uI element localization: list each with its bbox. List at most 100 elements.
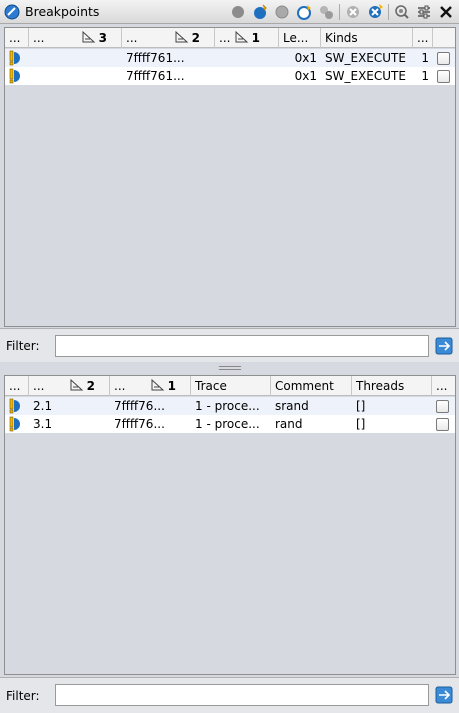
- filter-bar: Filter:: [0, 328, 459, 362]
- address-cell: 7ffff761...: [126, 69, 185, 83]
- column-header[interactable]: ...: [5, 28, 29, 48]
- table-row[interactable]: 3.1 7ffff76... 1 - proce... rand []: [5, 415, 455, 433]
- column-header[interactable]: ... 1: [110, 376, 191, 396]
- breakpoint-warning-icon: [9, 68, 20, 84]
- filter-settings-button[interactable]: [413, 2, 435, 22]
- close-icon: [440, 6, 452, 18]
- table-row[interactable]: 7ffff761... 0x1 SW_EXECUTE 1: [5, 67, 455, 85]
- address-cell: 7ffff761...: [126, 51, 185, 65]
- count-cell: 1: [421, 51, 429, 65]
- enabled-checkbox[interactable]: [437, 69, 450, 83]
- sort-icon: [151, 379, 164, 391]
- toggle-group-icon: [320, 6, 333, 19]
- clear-button[interactable]: [342, 2, 364, 22]
- column-header-label: Le...: [283, 31, 309, 45]
- breakpoint-warning-icon: [9, 398, 20, 414]
- column-header-label: Threads: [356, 379, 405, 393]
- length-cell: 0x1: [294, 51, 317, 65]
- table-row[interactable]: 7ffff761... 0x1 SW_EXECUTE 1: [5, 49, 455, 67]
- count-cell: 1: [421, 69, 429, 83]
- column-header-label: ...: [436, 379, 448, 393]
- locations-table: ... ... 2 ... 1 Trace Comment Threads ..…: [4, 375, 456, 675]
- column-header-label: ...: [417, 31, 429, 45]
- column-header[interactable]: Le...: [279, 28, 321, 48]
- filter-input[interactable]: [55, 684, 429, 706]
- column-header-label: Kinds: [325, 31, 358, 45]
- sort-icon: [235, 31, 248, 43]
- comment-cell: srand: [275, 399, 309, 413]
- column-header[interactable]: Kinds: [321, 28, 413, 48]
- zoom-button[interactable]: [391, 2, 413, 22]
- filter-options-icon[interactable]: [435, 686, 453, 704]
- sort-indicator: 2: [175, 31, 200, 45]
- trace-cell: 1 - proce...: [195, 399, 260, 413]
- sort-icon: [175, 31, 188, 43]
- new-breakpoint-button[interactable]: [293, 2, 315, 22]
- filter-input[interactable]: [55, 335, 429, 357]
- column-header[interactable]: [433, 28, 455, 48]
- address-cell: 7ffff76...: [114, 399, 165, 413]
- column-header[interactable]: ...: [5, 376, 29, 396]
- column-header[interactable]: ... 2: [122, 28, 215, 48]
- column-header[interactable]: Comment: [271, 376, 352, 396]
- filter-options-icon[interactable]: [435, 337, 453, 355]
- enabled-cell: [432, 415, 455, 433]
- status-cell: [5, 49, 29, 67]
- status-cell: [5, 67, 29, 85]
- zoom-icon: [395, 5, 409, 19]
- new-breakpoint-icon: [297, 5, 311, 20]
- id-cell: 3.1: [33, 417, 53, 431]
- breakpoint-warning-icon: [9, 50, 20, 66]
- address-cell: 7ffff76...: [114, 417, 165, 431]
- column-header-label: ...: [9, 379, 21, 393]
- column-header-label: Comment: [275, 379, 334, 393]
- column-header[interactable]: Trace: [191, 376, 271, 396]
- filter-label: Filter:: [6, 338, 40, 353]
- enabled-checkbox[interactable]: [436, 417, 449, 431]
- filter-label: Filter:: [6, 688, 40, 703]
- enable-breakpoint-button[interactable]: [249, 2, 271, 22]
- sort-indicator: 1: [151, 379, 176, 393]
- enable-breakpoint-icon: [254, 4, 267, 19]
- sort-indicator: 1: [235, 31, 260, 45]
- threads-cell: []: [356, 417, 366, 431]
- disable-breakpoint-icon: [275, 5, 289, 19]
- breakpoint-warning-icon: [9, 416, 20, 432]
- kinds-cell: SW_EXECUTE: [325, 51, 406, 65]
- enabled-cell: [433, 49, 455, 67]
- enabled-checkbox[interactable]: [437, 51, 450, 65]
- enabled-checkbox[interactable]: [436, 399, 449, 413]
- column-header[interactable]: ...: [432, 376, 455, 396]
- disable-all-button[interactable]: [227, 2, 249, 22]
- sort-indicator: 3: [82, 31, 107, 45]
- toolbar-separator: [339, 4, 340, 20]
- column-header[interactable]: ...: [413, 28, 433, 48]
- id-cell: 2.1: [33, 399, 53, 413]
- column-header-label: ...: [126, 31, 138, 45]
- remove-all-button[interactable]: [364, 2, 386, 22]
- sort-indicator: 2: [70, 379, 95, 393]
- breakpoints-table: ... ... 3 ... 2 ... 1 Le... Kinds ... 7f…: [4, 27, 456, 327]
- sort-icon: [70, 379, 83, 391]
- divider-grip-icon: [218, 365, 241, 370]
- column-header-label: ...: [9, 31, 21, 45]
- remove-all-icon: [369, 4, 383, 18]
- close-button[interactable]: [435, 2, 457, 22]
- column-header-label: Trace: [195, 379, 227, 393]
- enabled-cell: [433, 67, 455, 85]
- filter-settings-icon: [418, 5, 430, 19]
- trace-cell: 1 - proce...: [195, 417, 260, 431]
- name-cell: [29, 49, 122, 67]
- table-row[interactable]: 2.1 7ffff76... 1 - proce... srand []: [5, 397, 455, 415]
- column-header[interactable]: ... 2: [29, 376, 110, 396]
- column-header[interactable]: Threads: [352, 376, 432, 396]
- disable-breakpoint-button[interactable]: [271, 2, 293, 22]
- disable-all-icon: [232, 6, 244, 18]
- split-divider[interactable]: [0, 363, 459, 372]
- title-bar: Breakpoints: [0, 0, 459, 24]
- sort-icon: [82, 31, 95, 43]
- toggle-group-button[interactable]: [315, 2, 337, 22]
- comment-cell: rand: [275, 417, 303, 431]
- column-header[interactable]: ... 1: [215, 28, 279, 48]
- column-header[interactable]: ... 3: [29, 28, 122, 48]
